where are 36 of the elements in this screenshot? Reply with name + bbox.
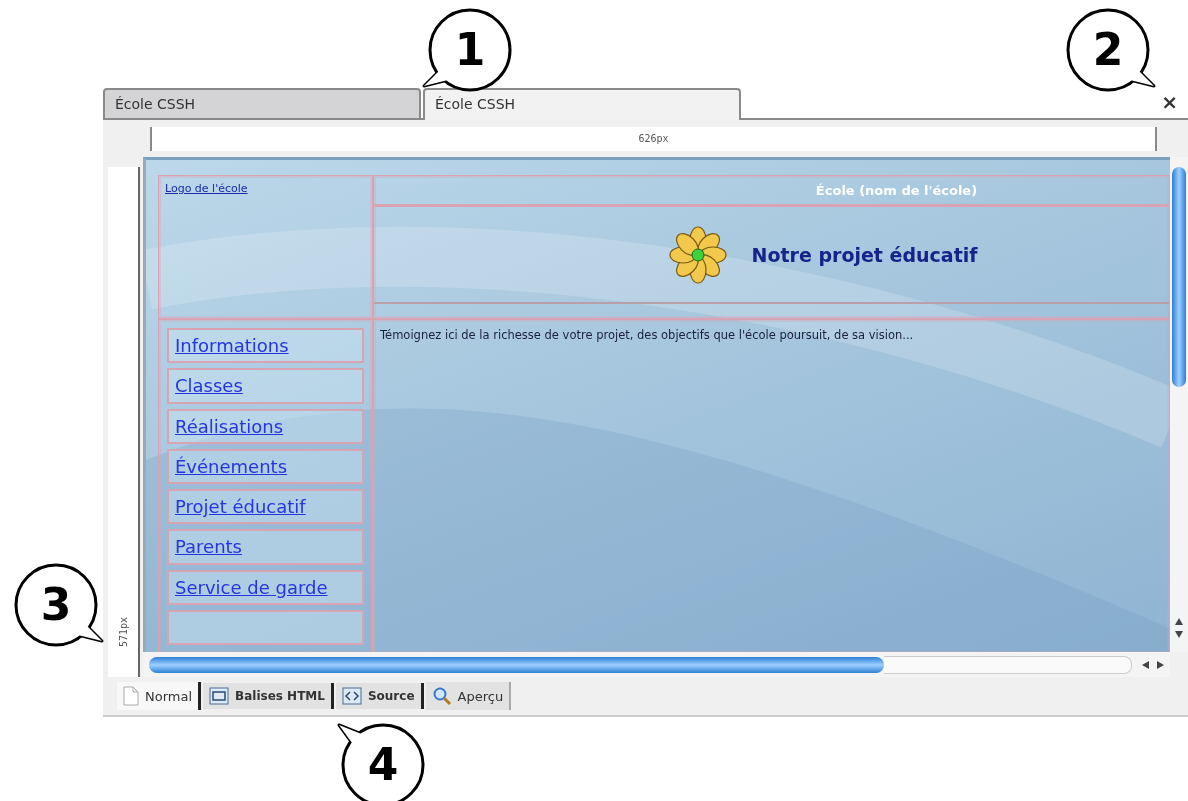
nav-link[interactable]: Classes [175, 375, 243, 397]
scrollbar-thumb[interactable] [149, 656, 884, 673]
nav-link[interactable]: Parents [175, 536, 242, 558]
close-button[interactable]: × [1161, 92, 1178, 112]
scrollbar-thumb[interactable] [1172, 167, 1186, 387]
right-arrow-icon[interactable] [1157, 660, 1164, 669]
view-tab[interactable]: Aperçu [425, 682, 512, 710]
search-icon [431, 686, 452, 706]
document-tab[interactable]: École CSSH [103, 88, 421, 118]
nav-link[interactable]: Événements [175, 455, 288, 477]
width-label: 626px [638, 133, 669, 144]
nav-link[interactable]: Informations [175, 335, 289, 357]
left-arrow-icon[interactable] [1142, 660, 1149, 669]
school-name: École (nom de l'école) [374, 176, 1169, 207]
height-label: 571px [117, 616, 129, 647]
view-tab[interactable]: Balises HTML [203, 683, 334, 709]
body-text: Témoignez ici de la richesse de votre projet, des objectifs que l'école poursuit, de sa vision... [379, 327, 915, 344]
callout-number: 4 [367, 743, 399, 787]
up-arrow-icon[interactable] [1175, 618, 1183, 625]
view-tab[interactable]: Normal [117, 682, 202, 710]
view-tab[interactable]: Source [335, 683, 424, 709]
page-icon [123, 686, 139, 706]
code-icon [341, 687, 362, 705]
tag-icon [209, 687, 230, 705]
callout-number: 3 [40, 583, 72, 627]
down-arrow-icon[interactable] [1175, 631, 1183, 638]
logo-link[interactable]: Logo de l'école [159, 176, 254, 201]
vertical-scrollbar[interactable] [1170, 157, 1188, 652]
nav-link[interactable]: Projet éducatif [175, 496, 306, 518]
nav-link[interactable]: Réalisations [175, 415, 284, 437]
horizontal-scrollbar[interactable] [143, 652, 1170, 677]
callout-number: 1 [454, 28, 486, 72]
document-tab[interactable]: École CSSH [423, 88, 741, 120]
page-heading: Notre projet éducatif [751, 243, 978, 266]
nav-link[interactable]: Service de garde [175, 576, 328, 598]
callout-number: 2 [1092, 28, 1124, 72]
